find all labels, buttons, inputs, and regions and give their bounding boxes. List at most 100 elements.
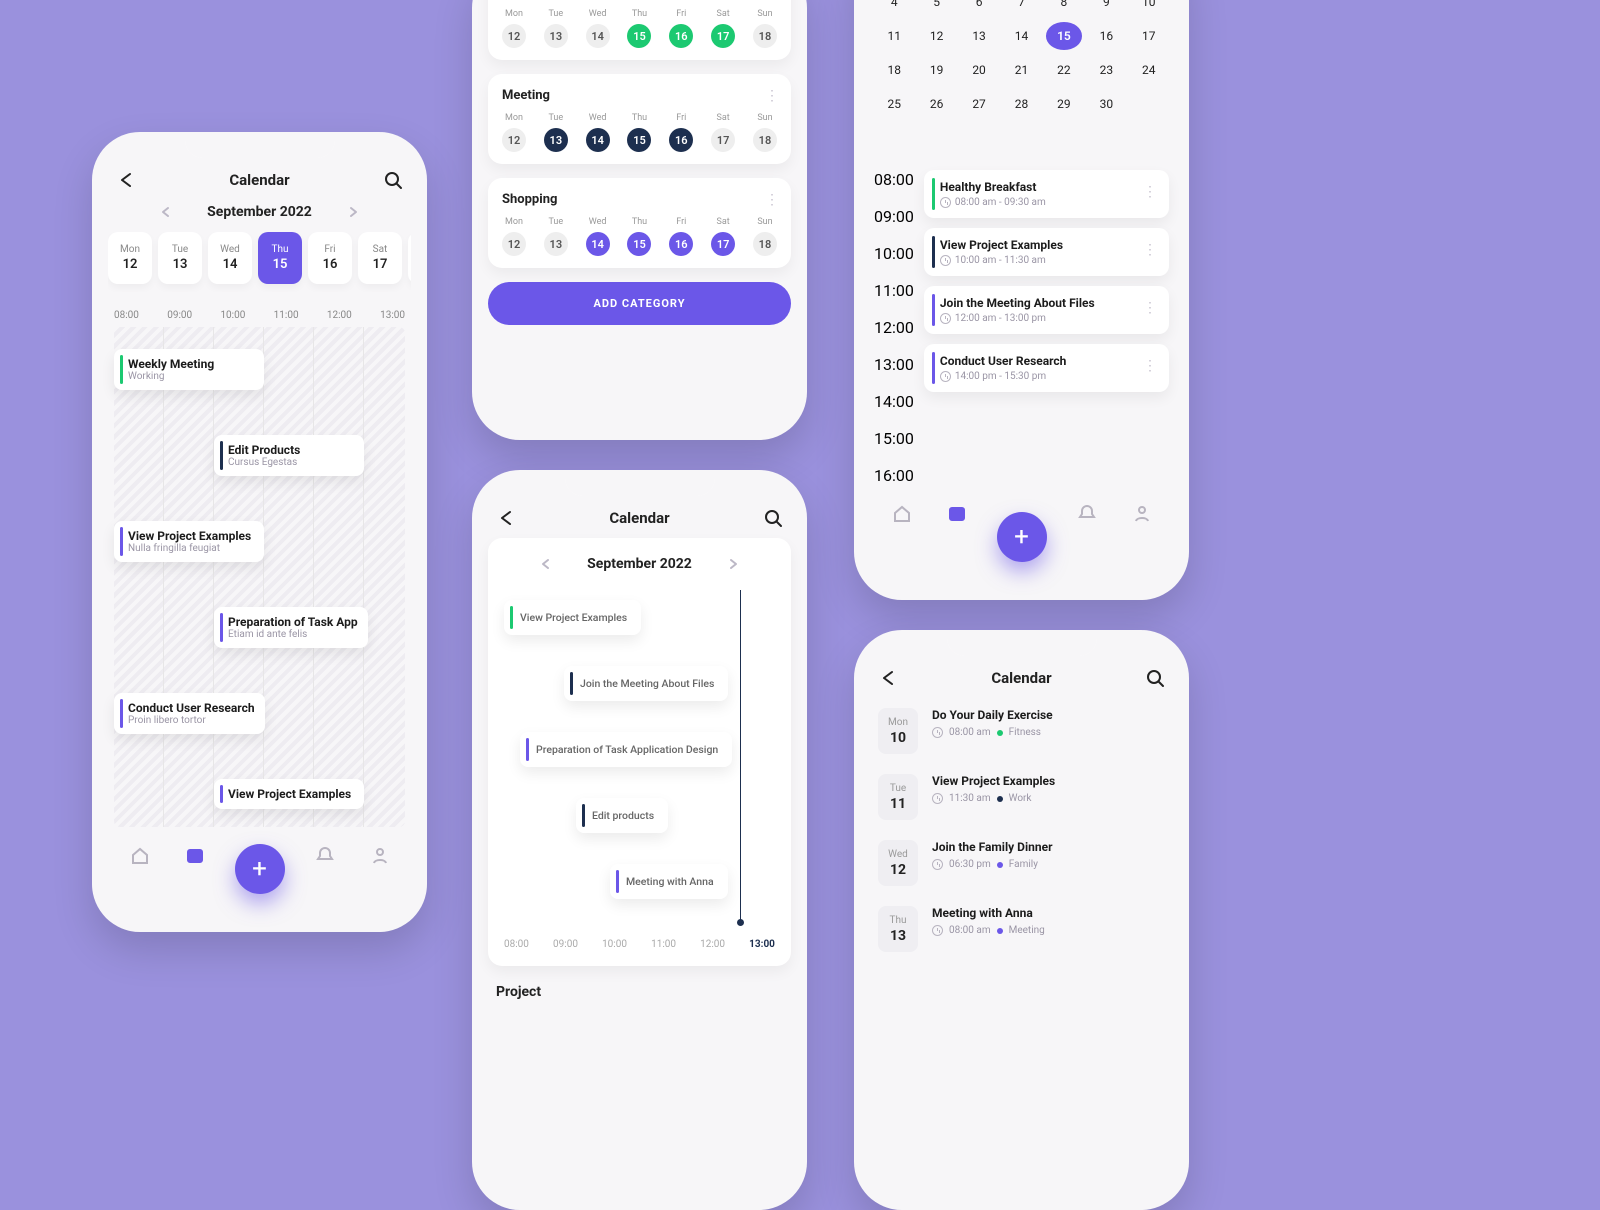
- month-cell[interactable]: 23: [1088, 56, 1124, 84]
- month-cell[interactable]: 26: [918, 90, 954, 118]
- more-icon[interactable]: ⋮: [765, 88, 779, 104]
- more-icon[interactable]: ⋮: [765, 192, 779, 208]
- month-cell[interactable]: 25: [876, 90, 912, 118]
- category-day[interactable]: Sat17: [711, 9, 735, 48]
- task-card[interactable]: ⋮Conduct User Research14:00 pm - 15:30 p…: [924, 344, 1169, 392]
- day-card[interactable]: Tue13: [158, 232, 202, 284]
- category-card[interactable]: Family⋮Mon12Tue13Wed14Thu15Fri16Sat17Sun…: [488, 0, 791, 60]
- category-day[interactable]: Sat17: [711, 217, 735, 256]
- timeline-event[interactable]: Weekly MeetingWorking: [114, 349, 264, 390]
- category-day[interactable]: Tue13: [544, 217, 568, 256]
- nav-notifications[interactable]: [315, 845, 335, 869]
- add-fab[interactable]: +: [235, 844, 285, 894]
- month-cell[interactable]: 19: [918, 56, 954, 84]
- agenda-item[interactable]: Mon10 Do Your Daily Exercise08:00 amFitn…: [878, 708, 1165, 754]
- nav-notifications[interactable]: [1077, 503, 1097, 527]
- category-day[interactable]: Sun18: [753, 9, 777, 48]
- category-day[interactable]: Mon12: [502, 217, 526, 256]
- back-icon[interactable]: [878, 668, 898, 688]
- category-day[interactable]: Sun18: [753, 217, 777, 256]
- month-cell[interactable]: 29: [1046, 90, 1082, 118]
- more-icon[interactable]: ⋮: [1143, 358, 1157, 374]
- month-cell[interactable]: 10: [1131, 0, 1167, 16]
- more-icon[interactable]: ⋮: [1143, 242, 1157, 258]
- month-cell[interactable]: 12: [918, 22, 954, 50]
- category-day[interactable]: Thu15: [627, 217, 651, 256]
- month-cell[interactable]: 24: [1131, 56, 1167, 84]
- category-day[interactable]: Wed14: [586, 217, 610, 256]
- month-cell[interactable]: 14: [1003, 22, 1039, 50]
- month-cell[interactable]: 13: [961, 22, 997, 50]
- category-day[interactable]: Fri16: [669, 217, 693, 256]
- day-card[interactable]: Wed14: [208, 232, 252, 284]
- month-cell[interactable]: 22: [1046, 56, 1082, 84]
- task-card[interactable]: ⋮Healthy Breakfast08:00 am - 09:30 am: [924, 170, 1169, 218]
- month-cell[interactable]: 11: [876, 22, 912, 50]
- month-cell[interactable]: 5: [918, 0, 954, 16]
- gantt-event[interactable]: Join the Meeting About Files: [564, 666, 728, 701]
- agenda-item[interactable]: Thu13 Meeting with Anna08:00 amMeeting: [878, 906, 1165, 952]
- category-day[interactable]: Thu15: [627, 9, 651, 48]
- category-day[interactable]: Sun18: [753, 113, 777, 152]
- add-fab[interactable]: +: [997, 512, 1047, 562]
- timeline-event[interactable]: Conduct User ResearchProin libero tortor: [114, 693, 265, 734]
- timeline-event[interactable]: Preparation of Task AppEtiam id ante fel…: [214, 607, 368, 648]
- category-day[interactable]: Thu15: [627, 113, 651, 152]
- category-day[interactable]: Mon12: [502, 9, 526, 48]
- task-card[interactable]: ⋮Join the Meeting About Files12:00 am - …: [924, 286, 1169, 334]
- month-cell[interactable]: 30: [1088, 90, 1124, 118]
- prev-month-icon[interactable]: [539, 557, 553, 571]
- month-cell[interactable]: 15: [1046, 22, 1082, 50]
- day-card[interactable]: Sat17: [358, 232, 402, 284]
- month-cell[interactable]: 9: [1088, 0, 1124, 16]
- nav-profile[interactable]: [370, 845, 390, 869]
- gantt-event[interactable]: View Project Examples: [504, 600, 641, 635]
- search-icon[interactable]: [763, 508, 783, 528]
- timeline-event[interactable]: View Project Examples: [214, 779, 364, 809]
- day-card[interactable]: S: [408, 232, 411, 284]
- month-cell[interactable]: 4: [876, 0, 912, 16]
- category-day[interactable]: Sat17: [711, 113, 735, 152]
- gantt-event[interactable]: Meeting with Anna: [610, 864, 728, 899]
- gantt-event[interactable]: Edit products: [576, 798, 668, 833]
- category-day[interactable]: Wed14: [586, 113, 610, 152]
- month-cell[interactable]: 7: [1003, 0, 1039, 16]
- category-day[interactable]: Fri16: [669, 113, 693, 152]
- next-month-icon[interactable]: [726, 557, 740, 571]
- prev-month-icon[interactable]: [159, 205, 173, 219]
- back-icon[interactable]: [116, 170, 136, 190]
- timeline-event[interactable]: View Project ExamplesNulla fringilla feu…: [114, 521, 264, 562]
- month-cell[interactable]: 18: [876, 56, 912, 84]
- category-card[interactable]: Meeting⋮Mon12Tue13Wed14Thu15Fri16Sat17Su…: [488, 74, 791, 164]
- nav-home[interactable]: [892, 503, 912, 527]
- month-cell[interactable]: 28: [1003, 90, 1039, 118]
- month-cell[interactable]: 21: [1003, 56, 1039, 84]
- category-day[interactable]: Tue13: [544, 9, 568, 48]
- nav-calendar[interactable]: [947, 503, 967, 527]
- month-cell[interactable]: 6: [961, 0, 997, 16]
- day-card[interactable]: Thu15: [258, 232, 302, 284]
- day-card[interactable]: Mon12: [108, 232, 152, 284]
- agenda-item[interactable]: Tue11 View Project Examples11:30 amWork: [878, 774, 1165, 820]
- back-icon[interactable]: [496, 508, 516, 528]
- month-cell[interactable]: 8: [1046, 0, 1082, 16]
- agenda-item[interactable]: Wed12 Join the Family Dinner06:30 pmFami…: [878, 840, 1165, 886]
- category-day[interactable]: Fri16: [669, 9, 693, 48]
- category-card[interactable]: Shopping⋮Mon12Tue13Wed14Thu15Fri16Sat17S…: [488, 178, 791, 268]
- timeline-event[interactable]: Edit ProductsCursus Egestas: [214, 435, 364, 476]
- task-card[interactable]: ⋮View Project Examples10:00 am - 11:30 a…: [924, 228, 1169, 276]
- category-day[interactable]: Wed14: [586, 9, 610, 48]
- search-icon[interactable]: [383, 170, 403, 190]
- month-cell[interactable]: 16: [1088, 22, 1124, 50]
- month-cell[interactable]: 27: [961, 90, 997, 118]
- category-day[interactable]: Mon12: [502, 113, 526, 152]
- search-icon[interactable]: [1145, 668, 1165, 688]
- nav-profile[interactable]: [1132, 503, 1152, 527]
- gantt-event[interactable]: Preparation of Task Application Design: [520, 732, 732, 767]
- nav-calendar[interactable]: [185, 845, 205, 869]
- more-icon[interactable]: ⋮: [1143, 300, 1157, 316]
- category-day[interactable]: Tue13: [544, 113, 568, 152]
- add-category-button[interactable]: ADD CATEGORY: [488, 282, 791, 325]
- month-cell[interactable]: 17: [1131, 22, 1167, 50]
- nav-home[interactable]: [130, 845, 150, 869]
